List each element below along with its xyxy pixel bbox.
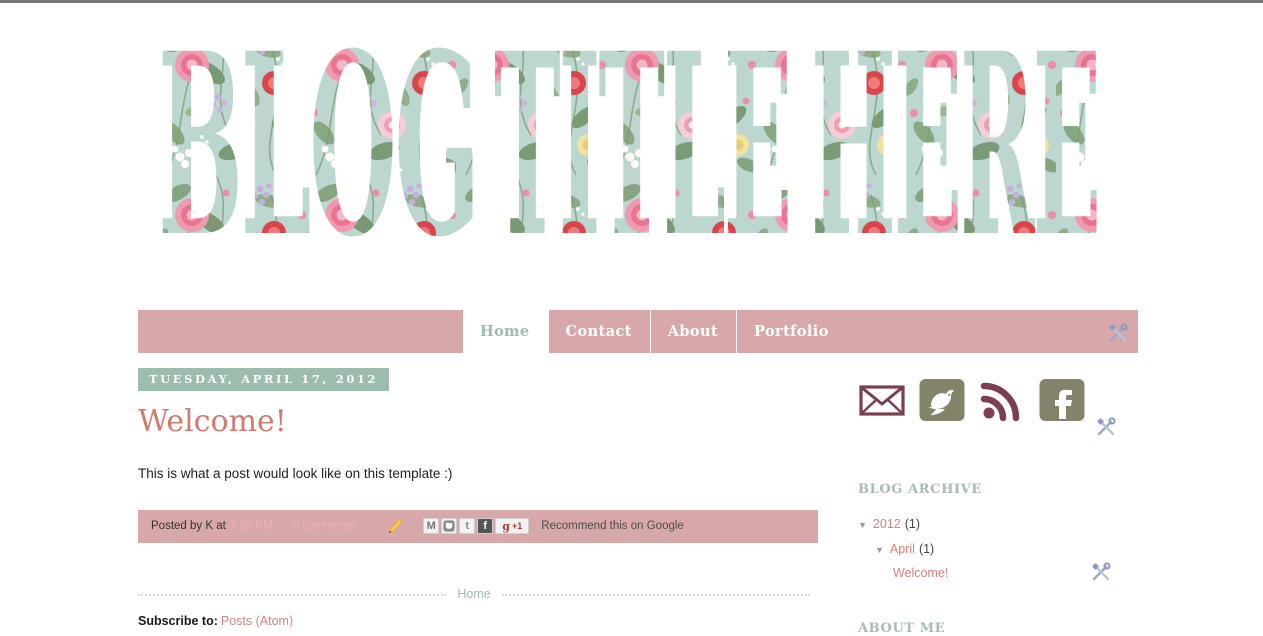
- subscribe-posts-atom-link[interactable]: Posts (Atom): [221, 614, 293, 628]
- archive-row-year[interactable]: ▼ 2012 (1): [858, 516, 1138, 534]
- blogger-share-icon[interactable]: [441, 518, 458, 535]
- gplus-g-glyph: g: [502, 519, 510, 533]
- svg-text:HERE: HERE: [811, 25, 1099, 275]
- svg-text:BLOG: BLOG: [158, 25, 478, 275]
- nav-item-about[interactable]: About: [649, 310, 736, 353]
- wrench-screwdriver-icon[interactable]: [1108, 323, 1128, 343]
- dotted-divider-right: [501, 593, 810, 596]
- archive-row-month[interactable]: ▼ April (1): [875, 541, 1138, 559]
- nav-item-home[interactable]: Home: [463, 310, 548, 353]
- rss-icon[interactable]: [978, 376, 1026, 424]
- post-comments-link[interactable]: 0 comments: [293, 520, 356, 532]
- social-icons-row: [858, 376, 1138, 436]
- email-icon[interactable]: [858, 376, 906, 424]
- blog-page: BLOG TITLE HERE Home Contact About Portf…: [0, 3, 1263, 636]
- twitter-share-icon[interactable]: t: [459, 518, 476, 535]
- nav-items: Home Contact About Portfolio: [463, 310, 847, 353]
- chevron-down-icon[interactable]: ▼: [858, 521, 867, 530]
- google-plus-one-button[interactable]: g +1: [495, 518, 530, 535]
- archive-post-link[interactable]: Welcome!: [893, 565, 948, 583]
- gplus-count-label: +1: [511, 520, 523, 531]
- blog-header[interactable]: BLOG TITLE HERE: [138, 25, 1138, 290]
- post-date-header: TUESDAY, APRIL 17, 2012: [138, 368, 390, 391]
- sidebar: BLOG ARCHIVE ▼ 2012 (1) ▼ April (1) Welc…: [858, 376, 1138, 636]
- archive-year-count: (1): [904, 517, 921, 531]
- post-title[interactable]: Welcome!: [138, 405, 828, 438]
- dotted-divider-left: [138, 593, 447, 596]
- post-body-text: This is what a post would look like on t…: [138, 465, 453, 481]
- twitter-icon[interactable]: [918, 376, 966, 424]
- footer-home-link[interactable]: Home: [446, 587, 501, 601]
- archive-month-link[interactable]: April: [890, 541, 915, 559]
- subscribe-row: Subscribe to: Posts (Atom): [138, 614, 293, 628]
- wrench-screwdriver-icon[interactable]: [1091, 562, 1111, 582]
- main-navigation-bar: Home Contact About Portfolio: [138, 310, 1138, 353]
- post-footer-bar: Posted by K at 7:35 PM 0 comments M t f …: [138, 509, 818, 543]
- blog-title-image[interactable]: BLOG TITLE HERE: [156, 25, 1116, 275]
- pencil-icon[interactable]: [387, 517, 405, 535]
- svg-text:TITLE: TITLE: [494, 25, 790, 275]
- footer-navigation: Home: [138, 586, 810, 602]
- wrench-screwdriver-icon[interactable]: [1096, 417, 1116, 437]
- post-column: TUESDAY, APRIL 17, 2012 Welcome! This is…: [138, 368, 828, 543]
- facebook-share-icon[interactable]: f: [477, 518, 494, 535]
- share-icons-group: M t f g +1: [423, 518, 530, 535]
- recommend-on-google-label[interactable]: Recommend this on Google: [541, 520, 684, 532]
- nav-item-contact[interactable]: Contact: [547, 310, 650, 353]
- nav-item-portfolio[interactable]: Portfolio: [736, 310, 847, 353]
- post-author-label: Posted by K at: [151, 520, 226, 533]
- chevron-down-icon[interactable]: ▼: [875, 545, 884, 555]
- post-timestamp[interactable]: 7:35 PM: [230, 520, 273, 532]
- subscribe-label: Subscribe to:: [138, 614, 218, 628]
- blog-archive-title: BLOG ARCHIVE: [858, 482, 982, 497]
- gmail-share-icon[interactable]: M: [423, 518, 440, 535]
- facebook-icon[interactable]: [1038, 376, 1086, 424]
- archive-year-link[interactable]: 2012: [873, 516, 901, 534]
- about-me-title: ABOUT ME: [858, 620, 946, 636]
- archive-month-count: (1): [918, 541, 935, 556]
